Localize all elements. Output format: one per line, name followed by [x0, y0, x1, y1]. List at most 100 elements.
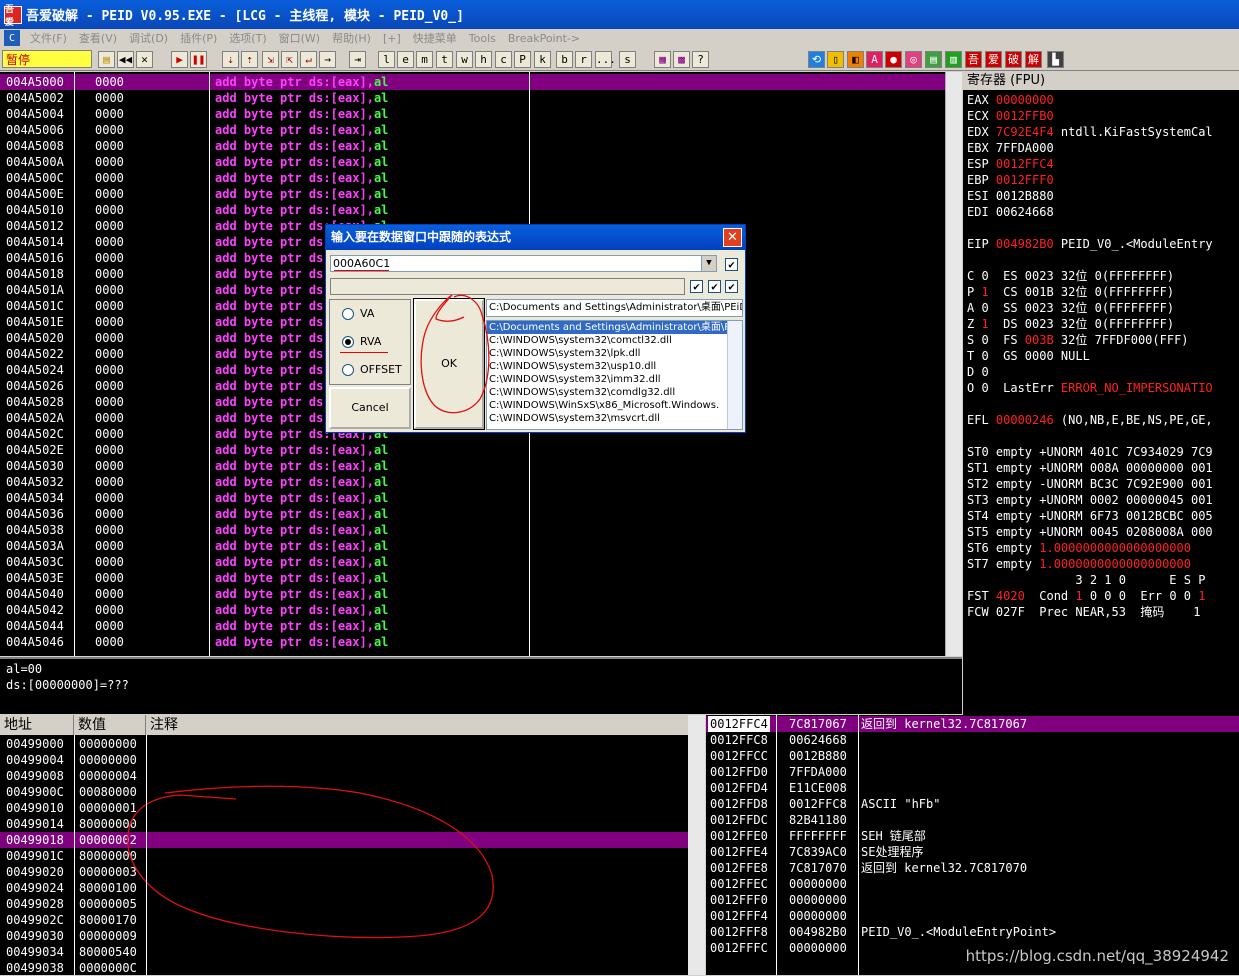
close-icon[interactable]: ✕	[136, 51, 153, 68]
register-line[interactable]: ST0 empty +UNORM 401C 7C934029 7C9	[967, 444, 1213, 460]
app-menu-icon[interactable]: C	[4, 30, 20, 46]
toolbar-letter-button[interactable]: l	[378, 51, 395, 68]
dump-pane[interactable]: 地址 数值 注释 00499000 00000000 00499004 0000000…	[0, 715, 688, 975]
disasm-row[interactable]: 004A502E 0000 add byte ptr ds:[eax],al	[0, 442, 945, 458]
trace-into-icon[interactable]: ⇲	[262, 51, 279, 68]
plugin-h-icon[interactable]: 吾	[965, 51, 982, 68]
plugin-g-icon[interactable]: ▥	[945, 51, 962, 68]
register-line[interactable]: EDX 7C92E4F4 ntdll.KiFastSystemCal	[967, 124, 1213, 140]
plugin-c-icon[interactable]: A	[866, 51, 883, 68]
disasm-row[interactable]: 004A5036 0000 add byte ptr ds:[eax],al	[0, 506, 945, 522]
plugin-a-icon[interactable]: ▯	[827, 51, 844, 68]
register-line[interactable]: D 0	[967, 364, 989, 380]
plugin-b-icon[interactable]: ◧	[847, 51, 864, 68]
toolbar-letter-button[interactable]: m	[416, 51, 433, 68]
toolbar-letter-button[interactable]: r	[575, 51, 592, 68]
step-over-icon[interactable]: ⇡	[241, 51, 258, 68]
disasm-row[interactable]: 004A5040 0000 add byte ptr ds:[eax],al	[0, 586, 945, 602]
menu-tools[interactable]: Tools	[463, 32, 502, 45]
goto-icon[interactable]: →	[319, 51, 336, 68]
plugin-l-icon[interactable]: ▙	[1047, 51, 1064, 68]
stack-row[interactable]: 0012FFE4 7C839AC0 SE处理程序	[706, 844, 1239, 860]
stack-row[interactable]: 0012FFE0 FFFFFFFF SEH 链尾部	[706, 828, 1239, 844]
register-line[interactable]: O 0 LastErr ERROR_NO_IMPERSONATIO	[967, 380, 1213, 396]
cancel-button[interactable]: Cancel	[329, 387, 411, 429]
registers-header[interactable]: 寄存器 (FPU)	[963, 72, 1239, 90]
stack-row[interactable]: 0012FFD4 E11CE008	[706, 780, 1239, 796]
module-path-field[interactable]: C:\Documents and Settings\Administrator\…	[486, 299, 743, 317]
refresh-icon[interactable]: ⟲	[808, 51, 825, 68]
toolbar-letter-button[interactable]: b	[556, 51, 573, 68]
disasm-row[interactable]: 004A5038 0000 add byte ptr ds:[eax],al	[0, 522, 945, 538]
register-line[interactable]: ST3 empty +UNORM 0002 00000045 001	[967, 492, 1213, 508]
toolbar-letter-button[interactable]: h	[475, 51, 492, 68]
toolbar-letter-button[interactable]: P	[514, 51, 531, 68]
register-line[interactable]: Z 1 DS 0023 32位 0(FFFFFFFF)	[967, 316, 1174, 332]
stack-row[interactable]: 0012FFDC 82B41180	[706, 812, 1239, 828]
radio-rva[interactable]: RVA	[342, 335, 381, 348]
toolbar-letter-button[interactable]: c	[495, 51, 512, 68]
register-line[interactable]: S 0 FS 003B 32位 7FFDF000(FFF)	[967, 332, 1189, 348]
disasm-row[interactable]: 004A5030 0000 add byte ptr ds:[eax],al	[0, 458, 945, 474]
disasm-row[interactable]: 004A5042 0000 add byte ptr ds:[eax],al	[0, 602, 945, 618]
disassembly-scrollbar[interactable]	[945, 72, 962, 656]
register-line[interactable]: ST2 empty -UNORM BC3C 7C92E900 001	[967, 476, 1213, 492]
disasm-row[interactable]: 004A5002 0000 add byte ptr ds:[eax],al	[0, 90, 945, 106]
register-line[interactable]: EIP 004982B0 PEID_V0_.<ModuleEntry	[967, 236, 1213, 252]
run-icon[interactable]: ▶	[171, 51, 188, 68]
disasm-row[interactable]: 004A5008 0000 add byte ptr ds:[eax],al	[0, 138, 945, 154]
register-line[interactable]: ST1 empty +UNORM 008A 00000000 001	[967, 460, 1213, 476]
toolbar-letter-button[interactable]: t	[436, 51, 453, 68]
dialog-close-button[interactable]: ✕	[723, 228, 742, 247]
stack-row[interactable]: 0012FFD8 0012FFC8 ASCII "hFb"	[706, 796, 1239, 812]
register-line[interactable]: EFL 00000246 (NO,NB,E,BE,NS,PE,GE,	[967, 412, 1213, 428]
checkbox-2[interactable]: ✔	[690, 280, 703, 293]
register-line[interactable]: EBX 7FFDA000	[967, 140, 1054, 156]
stack-row[interactable]: 0012FFE8 7C817070 返回到 kernel32.7C817070	[706, 860, 1239, 876]
stack-row[interactable]: 0012FFC8 00624668	[706, 732, 1239, 748]
register-line[interactable]: T 0 GS 0000 NULL	[967, 348, 1090, 364]
disasm-row[interactable]: 004A5006 0000 add byte ptr ds:[eax],al	[0, 122, 945, 138]
plugin-e-icon[interactable]: ◎	[905, 51, 922, 68]
register-line[interactable]: ESP 0012FFC4	[967, 156, 1054, 172]
stack-row[interactable]: 0012FFF0 00000000	[706, 892, 1239, 908]
register-line[interactable]: FCW 027F Prec NEAR,53 掩码 1	[967, 604, 1201, 620]
disasm-row[interactable]: 004A503C 0000 add byte ptr ds:[eax],al	[0, 554, 945, 570]
checkbox-3[interactable]: ✔	[708, 280, 721, 293]
radio-va[interactable]: VA	[342, 307, 374, 320]
register-line[interactable]: EDI 00624668	[967, 204, 1054, 220]
disasm-row[interactable]: 004A5034 0000 add byte ptr ds:[eax],al	[0, 490, 945, 506]
pause-icon[interactable]: ❚❚	[190, 51, 207, 68]
register-line[interactable]: EBP 0012FFF0	[967, 172, 1054, 188]
checkbox-1[interactable]: ✔	[725, 258, 738, 271]
chevron-down-icon[interactable]: ▼	[701, 256, 716, 271]
menu-file[interactable]: 文件(F)	[24, 30, 73, 46]
register-line[interactable]: ST6 empty 1.0000000000000000000	[967, 540, 1191, 556]
toolbar-letter-button[interactable]: e	[397, 51, 414, 68]
stack-pane[interactable]: 0012FFC4 7C817067 返回到 kernel32.7C817067 001…	[706, 715, 1239, 975]
disasm-row[interactable]: 004A5000 0000 add byte ptr ds:[eax],al	[0, 74, 945, 90]
toolbar-letter-button[interactable]: ...	[595, 51, 616, 68]
menu-breakpoint[interactable]: BreakPoint->	[502, 32, 586, 45]
menu-view[interactable]: 查看(V)	[73, 30, 123, 46]
menu-debug[interactable]: 调试(D)	[123, 30, 174, 46]
module-list-item[interactable]: C:\Documents and Settings\Administrator\…	[487, 321, 727, 334]
register-line[interactable]: C 0 ES 0023 32位 0(FFFFFFFF)	[967, 268, 1174, 284]
rewind-icon[interactable]: ◀◀	[117, 51, 134, 68]
radio-offset[interactable]: OFFSET	[342, 363, 402, 376]
menu-window[interactable]: 窗口(W)	[273, 30, 326, 46]
registers-pane[interactable]: 寄存器 (FPU) EAX 00000000 ECX 0012FFB0 EDX 7C…	[963, 72, 1239, 715]
trace-over-icon[interactable]: ⇱	[281, 51, 298, 68]
options-icon[interactable]: ▩	[673, 51, 690, 68]
menu-shortcut[interactable]: 快捷菜单	[407, 30, 463, 46]
register-line[interactable]: ESI 0012B880	[967, 188, 1054, 204]
step-into-icon[interactable]: ⇣	[222, 51, 239, 68]
open-icon[interactable]: ▤	[98, 51, 115, 68]
menu-help[interactable]: 帮助(H)	[326, 30, 377, 46]
register-line[interactable]: ST7 empty 1.0000000000000000000	[967, 556, 1191, 572]
disasm-row[interactable]: 004A5032 0000 add byte ptr ds:[eax],al	[0, 474, 945, 490]
disasm-row[interactable]: 004A500E 0000 add byte ptr ds:[eax],al	[0, 186, 945, 202]
toolbar-letter-button[interactable]: w	[456, 51, 473, 68]
module-list-item[interactable]: C:\WINDOWS\system32\imm32.dll	[487, 373, 727, 386]
stack-row[interactable]: 0012FFF8 004982B0 PEID_V0_.<ModuleEntryPoi…	[706, 924, 1239, 940]
